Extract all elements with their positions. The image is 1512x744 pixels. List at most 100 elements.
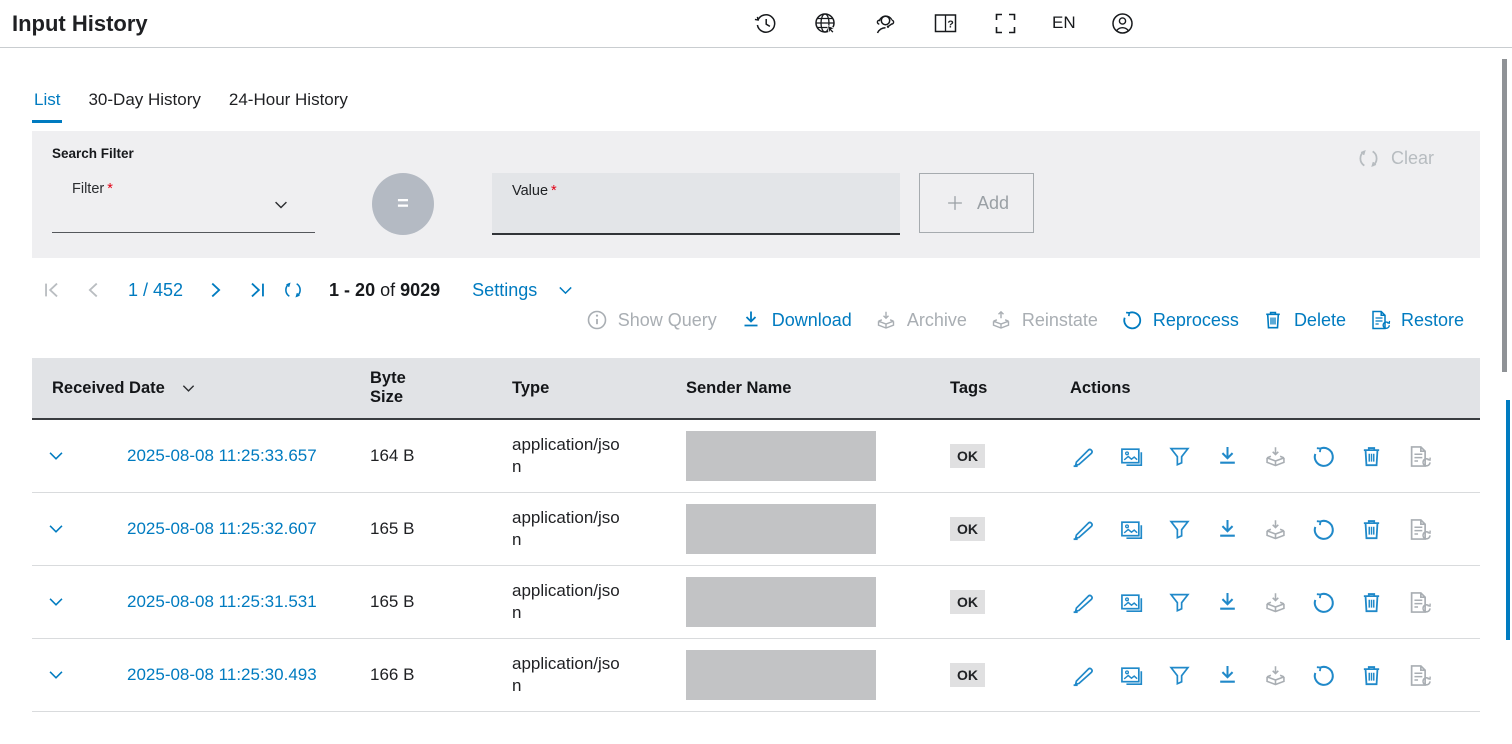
funnel-icon[interactable] bbox=[1166, 662, 1193, 689]
sender-name-cell bbox=[686, 431, 950, 481]
tags-cell: OK bbox=[950, 590, 1070, 614]
main-content: List 30-Day History 24-Hour History Sear… bbox=[32, 90, 1480, 712]
funnel-icon[interactable] bbox=[1166, 516, 1193, 543]
funnel-icon[interactable] bbox=[1166, 443, 1193, 470]
expand-row-icon[interactable] bbox=[45, 518, 67, 540]
type-cell: application/json bbox=[512, 507, 622, 551]
expand-row-icon[interactable] bbox=[45, 664, 67, 686]
reinstate-button[interactable]: Reinstate bbox=[989, 308, 1098, 332]
help-icon[interactable] bbox=[930, 8, 960, 38]
image-icon[interactable] bbox=[1118, 662, 1145, 689]
bulk-action-toolbar: Show Query Download Archive Reinstate Re… bbox=[32, 308, 1480, 332]
tab-30-day-history[interactable]: 30-Day History bbox=[86, 90, 202, 123]
received-date-link[interactable]: 2025-08-08 11:25:30.493 bbox=[127, 665, 370, 685]
archive-button[interactable]: Archive bbox=[874, 308, 967, 332]
first-page-icon[interactable] bbox=[40, 278, 64, 302]
next-page-icon[interactable] bbox=[203, 278, 227, 302]
byte-size-cell: 165 B bbox=[370, 519, 512, 539]
sender-name-cell bbox=[686, 650, 950, 700]
status-badge: OK bbox=[950, 590, 985, 614]
trash-icon bbox=[1261, 308, 1285, 332]
received-date-link[interactable]: 2025-08-08 11:25:32.607 bbox=[127, 519, 370, 539]
table-row: 2025-08-08 11:25:33.657 164 B applicatio… bbox=[32, 420, 1480, 493]
edit-icon[interactable] bbox=[1070, 662, 1097, 689]
restore-button[interactable]: Restore bbox=[1368, 308, 1464, 332]
settings-button[interactable]: Settings bbox=[472, 280, 576, 301]
download-icon[interactable] bbox=[1214, 516, 1241, 543]
download-icon[interactable] bbox=[1214, 662, 1241, 689]
page-indicator[interactable]: 1 / 452 bbox=[128, 280, 183, 301]
globe-icon[interactable] bbox=[810, 8, 840, 38]
refresh-icon[interactable] bbox=[281, 278, 305, 302]
archive-icon[interactable] bbox=[1262, 589, 1289, 616]
profile-icon[interactable] bbox=[1108, 8, 1138, 38]
archive-icon[interactable] bbox=[1262, 662, 1289, 689]
type-cell: application/json bbox=[512, 434, 622, 478]
vertical-scrollbar-thumb[interactable] bbox=[1502, 59, 1507, 372]
type-cell: application/json bbox=[512, 653, 622, 697]
delete-button[interactable]: Delete bbox=[1261, 308, 1346, 332]
status-badge: OK bbox=[950, 517, 985, 541]
required-marker: * bbox=[551, 183, 557, 199]
restore-icon[interactable] bbox=[1406, 516, 1433, 543]
top-bar: Input History EN bbox=[0, 0, 1512, 48]
reprocess-icon[interactable] bbox=[1310, 589, 1337, 616]
tab-24-hour-history[interactable]: 24-Hour History bbox=[227, 90, 350, 123]
column-header-received-date[interactable]: Received Date bbox=[45, 379, 370, 398]
trash-icon[interactable] bbox=[1358, 589, 1385, 616]
edit-icon[interactable] bbox=[1070, 589, 1097, 616]
clear-button[interactable]: Clear bbox=[1350, 145, 1440, 172]
reprocess-icon[interactable] bbox=[1310, 443, 1337, 470]
type-cell: application/json bbox=[512, 580, 622, 624]
edit-icon[interactable] bbox=[1070, 443, 1097, 470]
reprocess-icon[interactable] bbox=[1310, 516, 1337, 543]
value-input[interactable] bbox=[512, 203, 890, 223]
funnel-icon[interactable] bbox=[1166, 589, 1193, 616]
received-date-link[interactable]: 2025-08-08 11:25:33.657 bbox=[127, 446, 370, 466]
received-date-link[interactable]: 2025-08-08 11:25:31.531 bbox=[127, 592, 370, 612]
tab-list[interactable]: List bbox=[32, 90, 62, 123]
download-icon[interactable] bbox=[1214, 589, 1241, 616]
language-selector[interactable]: EN bbox=[1050, 13, 1078, 33]
restore-icon bbox=[1368, 308, 1392, 332]
last-page-icon[interactable] bbox=[245, 278, 269, 302]
column-header-actions: Actions bbox=[1070, 379, 1480, 398]
edit-icon[interactable] bbox=[1070, 516, 1097, 543]
restore-icon[interactable] bbox=[1406, 662, 1433, 689]
trash-icon[interactable] bbox=[1358, 662, 1385, 689]
chevron-down-icon bbox=[555, 280, 576, 301]
expand-row-icon[interactable] bbox=[45, 445, 67, 467]
table-row: 2025-08-08 11:25:31.531 165 B applicatio… bbox=[32, 566, 1480, 639]
support-icon[interactable] bbox=[870, 8, 900, 38]
image-icon[interactable] bbox=[1118, 516, 1145, 543]
restore-icon[interactable] bbox=[1406, 589, 1433, 616]
expand-row-icon[interactable] bbox=[45, 591, 67, 613]
tab-bar: List 30-Day History 24-Hour History bbox=[32, 90, 1480, 123]
trash-icon[interactable] bbox=[1358, 443, 1385, 470]
table-scrollbar-thumb[interactable] bbox=[1506, 400, 1510, 640]
filter-dropdown[interactable]: Filter* bbox=[52, 173, 315, 233]
status-badge: OK bbox=[950, 663, 985, 687]
archive-icon[interactable] bbox=[1262, 516, 1289, 543]
reprocess-icon[interactable] bbox=[1310, 662, 1337, 689]
row-actions bbox=[1070, 516, 1480, 543]
trash-icon[interactable] bbox=[1358, 516, 1385, 543]
image-icon[interactable] bbox=[1118, 443, 1145, 470]
restore-icon[interactable] bbox=[1406, 443, 1433, 470]
tags-cell: OK bbox=[950, 444, 1070, 468]
value-field[interactable]: Value* bbox=[492, 173, 900, 235]
download-icon[interactable] bbox=[1214, 443, 1241, 470]
refresh-icon bbox=[1356, 146, 1381, 171]
search-filter-title: Search Filter bbox=[52, 146, 1460, 161]
previous-page-icon[interactable] bbox=[82, 278, 106, 302]
download-button[interactable]: Download bbox=[739, 308, 852, 332]
image-icon[interactable] bbox=[1118, 589, 1145, 616]
show-query-button[interactable]: Show Query bbox=[585, 308, 717, 332]
sender-name-redacted bbox=[686, 577, 876, 627]
archive-icon[interactable] bbox=[1262, 443, 1289, 470]
status-badge: OK bbox=[950, 444, 985, 468]
history-icon[interactable] bbox=[750, 8, 780, 38]
reprocess-button[interactable]: Reprocess bbox=[1120, 308, 1239, 332]
fullscreen-icon[interactable] bbox=[990, 8, 1020, 38]
add-button[interactable]: Add bbox=[919, 173, 1034, 233]
